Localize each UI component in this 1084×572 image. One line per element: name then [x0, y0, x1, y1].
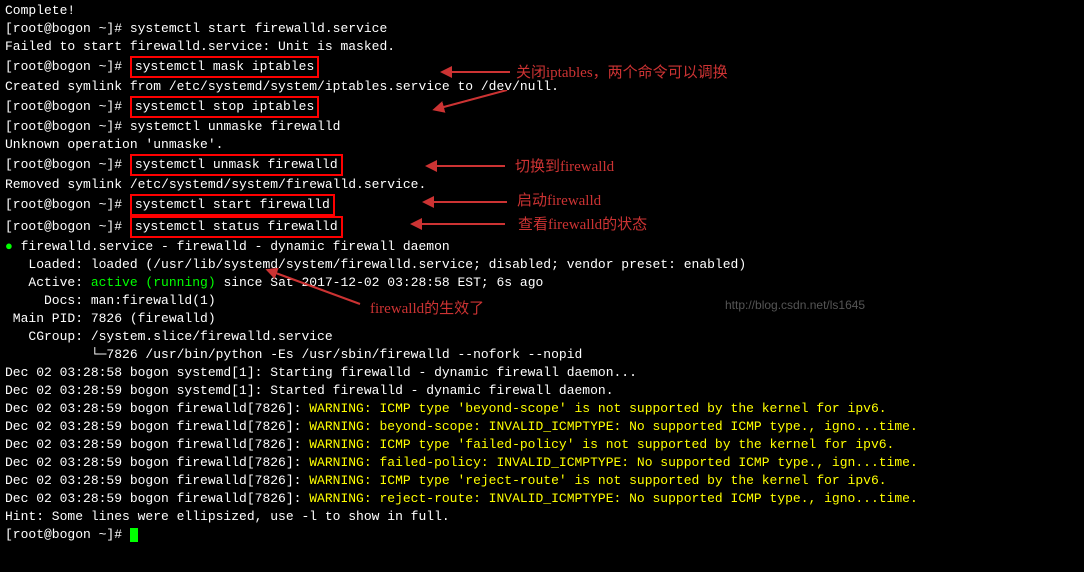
terminal-line: [root@bogon ~]# systemctl start firewall…: [5, 20, 1079, 38]
prompt: [root@bogon ~]#: [5, 21, 130, 36]
watermark: http://blog.csdn.net/ls1645: [725, 296, 865, 314]
terminal-line: Active: active (running) since Sat 2017-…: [5, 274, 1079, 292]
warning-text: WARNING: beyond-scope: INVALID_ICMPTYPE:…: [309, 419, 918, 434]
terminal-line: Main PID: 7826 (firewalld): [5, 310, 1079, 328]
log-line: Dec 02 03:28:59 bogon firewalld[7826]: W…: [5, 436, 1079, 454]
log-line: Dec 02 03:28:59 bogon systemd[1]: Starte…: [5, 382, 1079, 400]
command: systemctl unmaske firewalld: [130, 119, 341, 134]
prompt: [root@bogon ~]#: [5, 527, 130, 542]
status-dot-icon: ●: [5, 239, 13, 254]
log-line: Dec 02 03:28:59 bogon firewalld[7826]: W…: [5, 454, 1079, 472]
terminal-line: CGroup: /system.slice/firewalld.service: [5, 328, 1079, 346]
terminal-line: Failed to start firewalld.service: Unit …: [5, 38, 1079, 56]
log-line: Dec 02 03:28:59 bogon firewalld[7826]: W…: [5, 490, 1079, 508]
command: systemctl start firewalld.service: [130, 21, 387, 36]
terminal-line: [root@bogon ~]# systemctl stop iptables: [5, 96, 1079, 118]
log-prefix: Dec 02 03:28:59 bogon firewalld[7826]:: [5, 437, 309, 452]
log-prefix: Dec 02 03:28:59 bogon firewalld[7826]:: [5, 491, 309, 506]
warning-text: WARNING: ICMP type 'failed-policy' is no…: [309, 437, 894, 452]
annotation-close-iptables: 关闭iptables，两个命令可以调换: [516, 64, 728, 82]
prompt: [root@bogon ~]#: [5, 99, 130, 114]
highlighted-command: systemctl unmask firewalld: [130, 154, 343, 176]
terminal-line: Docs: man:firewalld(1): [5, 292, 1079, 310]
warning-text: WARNING: ICMP type 'beyond-scope' is not…: [309, 401, 886, 416]
active-status: active (running): [91, 275, 216, 290]
terminal-line: └─7826 /usr/bin/python -Es /usr/sbin/fir…: [5, 346, 1079, 364]
log-line: Dec 02 03:28:59 bogon firewalld[7826]: W…: [5, 418, 1079, 436]
annotation-switch-firewalld: 切换到firewalld: [515, 158, 614, 176]
prompt: [root@bogon ~]#: [5, 119, 130, 134]
annotation-status-firewalld: 查看firewalld的状态: [518, 216, 647, 234]
active-label: Active:: [5, 275, 91, 290]
log-line: Dec 02 03:28:59 bogon firewalld[7826]: W…: [5, 400, 1079, 418]
warning-text: WARNING: reject-route: INVALID_ICMPTYPE:…: [309, 491, 918, 506]
terminal-line: Loaded: loaded (/usr/lib/systemd/system/…: [5, 256, 1079, 274]
log-prefix: Dec 02 03:28:59 bogon firewalld[7826]:: [5, 455, 309, 470]
highlighted-command: systemctl stop iptables: [130, 96, 319, 118]
log-line: Dec 02 03:28:58 bogon systemd[1]: Starti…: [5, 364, 1079, 382]
prompt: [root@bogon ~]#: [5, 59, 130, 74]
active-time: since Sat 2017-12-02 03:28:58 EST; 6s ag…: [216, 275, 544, 290]
terminal-line: Complete!: [5, 2, 1079, 20]
cursor-icon: [130, 528, 138, 542]
prompt: [root@bogon ~]#: [5, 197, 130, 212]
highlighted-command: systemctl mask iptables: [130, 56, 319, 78]
terminal-line: [root@bogon ~]# systemctl unmaske firewa…: [5, 118, 1079, 136]
log-prefix: Dec 02 03:28:59 bogon firewalld[7826]:: [5, 473, 309, 488]
status-text: firewalld.service - firewalld - dynamic …: [13, 239, 450, 254]
warning-text: WARNING: ICMP type 'reject-route' is not…: [309, 473, 886, 488]
annotation-firewalld-active: firewalld的生效了: [370, 300, 484, 318]
highlighted-command: systemctl status firewalld: [130, 216, 343, 238]
warning-text: WARNING: failed-policy: INVALID_ICMPTYPE…: [309, 455, 918, 470]
status-line: ● firewalld.service - firewalld - dynami…: [5, 238, 1079, 256]
prompt: [root@bogon ~]#: [5, 219, 130, 234]
annotation-start-firewalld: 启动firewalld: [517, 192, 601, 210]
highlighted-command: systemctl start firewalld: [130, 194, 335, 216]
prompt: [root@bogon ~]#: [5, 157, 130, 172]
log-prefix: Dec 02 03:28:59 bogon firewalld[7826]:: [5, 419, 309, 434]
prompt-line[interactable]: [root@bogon ~]#: [5, 526, 1079, 544]
log-prefix: Dec 02 03:28:59 bogon firewalld[7826]:: [5, 401, 309, 416]
terminal-line: Hint: Some lines were ellipsized, use -l…: [5, 508, 1079, 526]
log-line: Dec 02 03:28:59 bogon firewalld[7826]: W…: [5, 472, 1079, 490]
terminal-line: Unknown operation 'unmaske'.: [5, 136, 1079, 154]
